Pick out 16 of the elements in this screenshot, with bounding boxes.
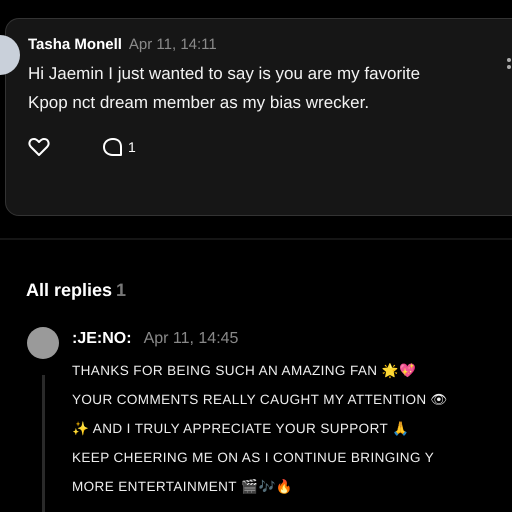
- author-name[interactable]: Tasha Monell: [28, 36, 122, 53]
- comment-text: Hi Jaemin I just wanted to say is you are my favorite Kpop nct dream member as my bias wrecker.: [28, 63, 422, 114]
- timestamp: Apr 11, 14:11: [128, 36, 217, 53]
- section-title: All replies: [26, 280, 112, 301]
- heart-icon[interactable]: [28, 137, 50, 157]
- author-name[interactable]: :JE:NO:: [72, 330, 132, 348]
- replies-count: 1: [116, 280, 126, 301]
- reply-count: 1: [128, 139, 136, 155]
- reply-text-line: MORE ENTERTAINMENT 🎬🎶🔥: [72, 478, 294, 496]
- avatar[interactable]: [27, 327, 59, 359]
- reply-text-line: KEEP CHEERING ME ON AS I CONTINUE BRINGING Y: [72, 449, 436, 467]
- reply-text-line: THANKS FOR BEING SUCH AN AMAZING FAN 🌟💖: [72, 362, 418, 380]
- reply-text-line: ✨ AND I TRULY APPRECIATE YOUR SUPPORT 🙏: [72, 420, 410, 438]
- timestamp: Apr 11, 14:45: [144, 330, 238, 348]
- comment-bubble-icon[interactable]: [102, 137, 124, 157]
- reply-text-line: YOUR COMMENTS REALLY CAUGHT MY ATTENTION 👁: [72, 391, 448, 409]
